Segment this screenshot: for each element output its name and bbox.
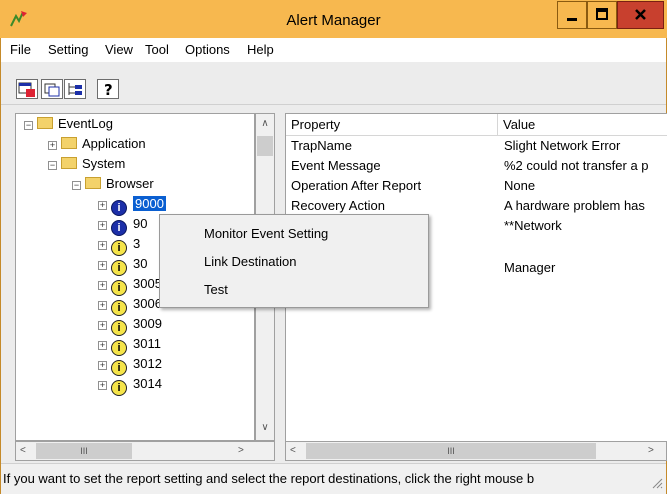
tree-node-event[interactable]: + i 3012 bbox=[16, 354, 254, 376]
scroll-down-icon[interactable]: ∨ bbox=[259, 422, 271, 433]
scroll-right-icon[interactable]: > bbox=[648, 445, 654, 456]
tree-node-event[interactable]: + i 3009 bbox=[16, 314, 254, 336]
menu-tool[interactable]: Tool bbox=[145, 42, 169, 57]
maximize-button[interactable] bbox=[587, 1, 617, 29]
tree-node-event[interactable]: + i 3014 bbox=[16, 374, 254, 396]
tree-view-button[interactable] bbox=[64, 79, 86, 99]
scroll-thumb[interactable]: III bbox=[36, 443, 132, 459]
expand-icon[interactable]: + bbox=[98, 361, 107, 370]
resize-grip-icon[interactable] bbox=[651, 477, 663, 489]
tree-node-application[interactable]: + Application bbox=[16, 134, 254, 154]
tree-node-event[interactable]: + i 9000 bbox=[16, 194, 254, 216]
status-text: If you want to set the report setting an… bbox=[3, 471, 535, 486]
table-cell-value: %2 could not transfer a p bbox=[504, 158, 649, 173]
list-horizontal-scrollbar[interactable]: < III > bbox=[285, 441, 667, 461]
folder-icon bbox=[61, 157, 77, 169]
close-button[interactable] bbox=[617, 1, 664, 29]
scroll-up-icon[interactable]: ∧ bbox=[259, 118, 271, 129]
table-cell-value: A hardware problem has bbox=[504, 198, 645, 213]
event-setting-icon bbox=[18, 82, 35, 97]
status-bar: If you want to set the report setting an… bbox=[1, 463, 666, 494]
table-cell-property: TrapName bbox=[291, 138, 352, 153]
expand-icon[interactable]: + bbox=[98, 301, 107, 310]
expand-icon[interactable]: + bbox=[98, 341, 107, 350]
minimize-icon bbox=[567, 18, 577, 21]
tree-horizontal-scrollbar[interactable]: < III > bbox=[15, 441, 275, 461]
folder-icon bbox=[61, 137, 77, 149]
context-item-monitor-event-setting[interactable]: Monitor Event Setting bbox=[160, 220, 428, 248]
table-cell-value: Slight Network Error bbox=[504, 138, 621, 153]
tree-node-system[interactable]: − System bbox=[16, 154, 254, 174]
collapse-icon[interactable]: − bbox=[24, 121, 33, 130]
expand-icon[interactable]: + bbox=[48, 141, 57, 150]
table-cell-property: Recovery Action bbox=[291, 198, 385, 213]
menu-options[interactable]: Options bbox=[185, 42, 230, 57]
tree-view-icon bbox=[68, 83, 82, 95]
table-cell-property: Event Message bbox=[291, 158, 381, 173]
scroll-left-icon[interactable]: < bbox=[290, 445, 296, 456]
expand-icon[interactable]: + bbox=[98, 261, 107, 270]
tree-node-eventlog[interactable]: − EventLog bbox=[16, 114, 254, 134]
menu-bar bbox=[1, 38, 666, 62]
context-item-link-destination[interactable]: Link Destination bbox=[160, 248, 428, 276]
destination-icon bbox=[44, 83, 60, 97]
tree-node-event[interactable]: + i 3011 bbox=[16, 334, 254, 356]
expand-icon[interactable]: + bbox=[98, 321, 107, 330]
expand-icon[interactable]: + bbox=[98, 381, 107, 390]
tree-node-browser[interactable]: − Browser bbox=[16, 174, 254, 194]
help-button[interactable]: ? bbox=[97, 79, 119, 99]
context-menu: Monitor Event Setting Link Destination T… bbox=[159, 214, 429, 308]
svg-text:?: ? bbox=[104, 81, 113, 98]
table-cell-value: None bbox=[504, 178, 536, 193]
destination-button[interactable] bbox=[41, 79, 63, 99]
table-cell-property: Operation After Report bbox=[291, 178, 422, 193]
scroll-right-icon[interactable]: > bbox=[238, 445, 244, 456]
event-setting-button[interactable] bbox=[16, 79, 38, 99]
close-icon bbox=[635, 9, 646, 20]
folder-icon bbox=[37, 117, 53, 129]
menu-file[interactable]: File bbox=[10, 42, 31, 57]
menu-help[interactable]: Help bbox=[247, 42, 274, 57]
column-header-value[interactable]: Value bbox=[498, 114, 667, 136]
scroll-thumb[interactable]: III bbox=[306, 443, 596, 459]
table-cell-value: Manager bbox=[504, 260, 556, 275]
menu-view[interactable]: View bbox=[105, 42, 133, 57]
minimize-button[interactable] bbox=[557, 1, 587, 29]
scroll-left-icon[interactable]: < bbox=[20, 445, 26, 456]
table-cell-value: **Network bbox=[504, 218, 562, 233]
maximize-icon bbox=[596, 8, 608, 20]
collapse-icon[interactable]: − bbox=[72, 181, 81, 190]
expand-icon[interactable]: + bbox=[98, 281, 107, 290]
collapse-icon[interactable]: − bbox=[48, 161, 57, 170]
menu-setting[interactable]: Setting bbox=[48, 42, 88, 57]
context-item-test[interactable]: Test bbox=[160, 276, 428, 304]
expand-icon[interactable]: + bbox=[98, 221, 107, 230]
folder-icon bbox=[85, 177, 101, 189]
scroll-thumb[interactable] bbox=[257, 136, 273, 156]
expand-icon[interactable]: + bbox=[98, 201, 107, 210]
info-yellow-icon: i bbox=[111, 380, 127, 396]
help-icon: ? bbox=[104, 81, 113, 99]
column-header-property[interactable]: Property bbox=[286, 114, 498, 136]
expand-icon[interactable]: + bbox=[98, 241, 107, 250]
